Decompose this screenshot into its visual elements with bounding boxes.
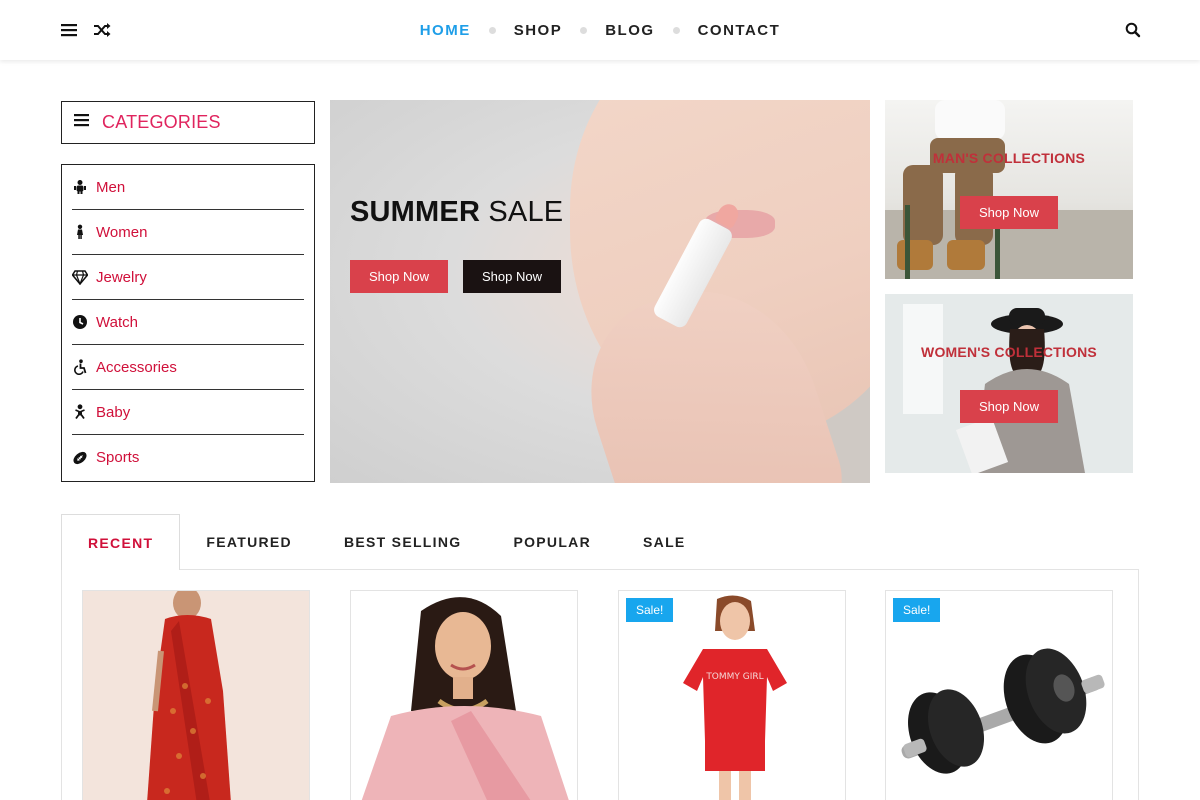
category-item-accessories[interactable]: Accessories xyxy=(72,345,304,390)
hero-shop-now-button-secondary[interactable]: Shop Now xyxy=(463,260,561,293)
tab-best-selling[interactable]: BEST SELLING xyxy=(318,514,488,570)
tab-recent[interactable]: RECENT xyxy=(61,514,181,570)
category-item-watch[interactable]: Watch xyxy=(72,300,304,345)
tab-featured[interactable]: FEATURED xyxy=(180,514,318,570)
categories-title: CATEGORIES xyxy=(102,112,221,132)
tab-sale[interactable]: SALE xyxy=(617,514,712,570)
nav-separator xyxy=(580,26,588,34)
clock-icon xyxy=(72,314,88,330)
mens-shop-now-button[interactable]: Shop Now xyxy=(960,196,1058,229)
nav-separator xyxy=(672,26,680,34)
accessibility-icon xyxy=(72,359,88,375)
category-label: Sports xyxy=(96,449,140,466)
diamond-icon xyxy=(72,269,88,285)
category-label: Watch xyxy=(96,313,138,331)
hero-title-rest: SALE xyxy=(488,196,564,228)
red-tshirt-image: TOMMY GIRL xyxy=(619,591,845,800)
hamburger-icon[interactable] xyxy=(58,19,80,41)
mens-collection-title: MAN'S COLLECTIONS xyxy=(932,150,1086,166)
nav-home[interactable]: HOME xyxy=(420,22,471,39)
list-icon xyxy=(74,112,90,133)
mens-collection-image xyxy=(885,100,1133,279)
baby-icon xyxy=(72,404,88,420)
tab-panel-recent: Sale! TOMMY GIRL Sale! xyxy=(61,569,1139,800)
category-item-baby[interactable]: Baby xyxy=(72,390,304,435)
product-card[interactable]: Sale! xyxy=(885,590,1113,800)
category-item-jewelry[interactable]: Jewelry xyxy=(72,255,304,300)
womens-collection-title: WOMEN'S COLLECTIONS xyxy=(921,344,1097,360)
category-label: Accessories xyxy=(96,358,177,376)
hero-banner: SUMMER SALE Shop Now Shop Now xyxy=(330,100,870,483)
categories-header[interactable]: CATEGORIES xyxy=(61,101,315,144)
sale-badge: Sale! xyxy=(893,598,941,622)
shuffle-icon[interactable] xyxy=(91,19,113,41)
hero-title: SUMMER SALE xyxy=(350,196,563,229)
product-card[interactable] xyxy=(82,590,310,800)
tab-bar: RECENT FEATURED BEST SELLING POPULAR SAL… xyxy=(61,514,712,570)
category-item-sports[interactable]: Sports xyxy=(72,435,304,480)
tshirt-print: TOMMY GIRL xyxy=(705,672,763,682)
category-label: Baby xyxy=(96,403,131,421)
dumbbell-image xyxy=(886,591,1112,800)
product-tabs: RECENT FEATURED BEST SELLING POPULAR SAL… xyxy=(61,514,1139,800)
category-label: Men xyxy=(96,178,126,196)
site-header: HOME SHOP BLOG CONTACT xyxy=(0,0,1200,60)
sale-badge: Sale! xyxy=(626,598,674,622)
nav-shop[interactable]: SHOP xyxy=(514,22,563,39)
mens-collection-banner[interactable]: MAN'S COLLECTIONS Shop Now xyxy=(885,100,1133,279)
nav-blog[interactable]: BLOG xyxy=(605,22,654,39)
man-icon xyxy=(72,179,88,195)
hero-title-bold: SUMMER xyxy=(350,196,481,228)
red-saree-image xyxy=(83,591,309,800)
womens-collection-banner[interactable]: WOMEN'S COLLECTIONS Shop Now xyxy=(885,294,1133,473)
nav-separator xyxy=(488,26,496,34)
category-label: Jewelry xyxy=(96,268,147,286)
hero-shop-now-button-primary[interactable]: Shop Now xyxy=(350,260,448,293)
product-card[interactable] xyxy=(350,590,578,800)
categories-list: Men Women Jewelry Watch Accessories Baby xyxy=(61,164,315,482)
category-label: Women xyxy=(96,223,148,241)
woman-icon xyxy=(72,224,88,240)
womens-collection-image xyxy=(885,294,1133,473)
womens-shop-now-button[interactable]: Shop Now xyxy=(960,390,1058,423)
football-icon xyxy=(72,450,88,466)
main-nav: HOME SHOP BLOG CONTACT xyxy=(0,0,1200,60)
tab-popular[interactable]: POPULAR xyxy=(487,514,617,570)
category-item-men[interactable]: Men xyxy=(72,165,304,210)
category-item-women[interactable]: Women xyxy=(72,210,304,255)
product-card[interactable]: Sale! TOMMY GIRL xyxy=(618,590,846,800)
search-icon[interactable] xyxy=(1122,19,1144,41)
pink-saree-image xyxy=(351,591,577,800)
nav-contact[interactable]: CONTACT xyxy=(698,22,781,39)
